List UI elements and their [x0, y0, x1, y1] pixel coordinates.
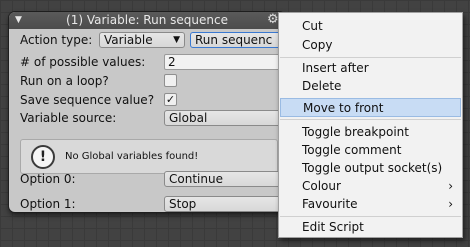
- option0-row: Option 0: Continue: [9, 170, 285, 188]
- chevron-right-icon: ›: [448, 197, 453, 211]
- possible-values-row: # of possible values: 2: [9, 53, 285, 71]
- action-subtype-value: Run sequenc: [195, 33, 273, 47]
- action-node[interactable]: ▼ (1) Variable: Run sequence ⚙ Action ty…: [9, 12, 285, 212]
- variable-source-dropdown[interactable]: Global: [164, 110, 285, 126]
- menu-item-label: Copy: [302, 38, 333, 52]
- menu-item-label: Toggle breakpoint: [302, 125, 409, 139]
- option1-label: Option 1:: [20, 197, 76, 211]
- run-loop-label: Run on a loop?: [20, 74, 109, 88]
- run-loop-checkbox[interactable]: [164, 74, 177, 87]
- menu-item-label: Favourite: [302, 197, 358, 211]
- menu-item-cut[interactable]: Cut: [280, 17, 461, 36]
- menu-item-insert-after[interactable]: Insert after: [280, 59, 461, 78]
- menu-item-label: Cut: [302, 19, 323, 33]
- menu-item-copy[interactable]: Copy: [280, 36, 461, 55]
- menu-separator: [280, 57, 461, 58]
- action-subtype-dropdown[interactable]: Run sequenc: [190, 32, 285, 48]
- chevron-right-icon: ›: [448, 179, 453, 193]
- menu-item-label: Toggle comment: [302, 143, 402, 157]
- option1-row: Option 1: Stop: [9, 195, 285, 212]
- node-title-bar[interactable]: ▼ (1) Variable: Run sequence ⚙: [9, 12, 285, 29]
- menu-item-label: Move to front: [303, 101, 384, 115]
- menu-item-label: Delete: [302, 79, 342, 93]
- option0-label: Option 0:: [20, 172, 76, 186]
- option0-dropdown[interactable]: Continue: [164, 171, 285, 187]
- menu-item-toggle-comment[interactable]: Toggle comment: [280, 141, 461, 160]
- possible-values-label: # of possible values:: [20, 55, 146, 69]
- menu-item-favourite[interactable]: Favourite ›: [280, 195, 461, 214]
- node-title: (1) Variable: Run sequence: [66, 13, 228, 27]
- help-message: No Global variables found!: [65, 151, 199, 162]
- action-type-label: Action type:: [20, 33, 93, 47]
- option0-value: Continue: [169, 172, 223, 186]
- possible-values-field[interactable]: 2: [164, 54, 285, 70]
- option1-dropdown[interactable]: Stop: [164, 196, 285, 212]
- menu-item-toggle-breakpoint[interactable]: Toggle breakpoint: [280, 123, 461, 142]
- help-box: ! No Global variables found!: [20, 139, 278, 174]
- action-type-row: Action type: Variable ▼ Run sequenc: [9, 31, 285, 49]
- menu-item-label: Insert after: [302, 61, 369, 75]
- run-loop-row: Run on a loop?: [9, 72, 285, 90]
- save-sequence-row: Save sequence value? ✓: [9, 91, 285, 109]
- option1-value: Stop: [169, 197, 197, 211]
- variable-source-label: Variable source:: [20, 111, 117, 125]
- context-menu: Cut Copy Insert after Delete Move to fro…: [278, 12, 463, 238]
- warning-icon: !: [31, 145, 55, 169]
- menu-separator: [280, 119, 461, 120]
- menu-item-colour[interactable]: Colour ›: [280, 177, 461, 196]
- save-sequence-checkbox[interactable]: ✓: [164, 93, 177, 106]
- gear-icon[interactable]: ⚙: [267, 12, 279, 28]
- action-type-dropdown[interactable]: Variable ▼: [99, 32, 185, 48]
- action-type-value: Variable: [104, 33, 153, 47]
- variable-source-value: Global: [169, 111, 208, 125]
- menu-item-toggle-output-sockets[interactable]: Toggle output socket(s): [280, 159, 461, 178]
- variable-source-row: Variable source: Global: [9, 109, 285, 127]
- chevron-down-icon: ▼: [173, 35, 180, 45]
- menu-item-label: Colour: [302, 179, 341, 193]
- menu-item-label: Toggle output socket(s): [302, 161, 443, 175]
- save-sequence-label: Save sequence value?: [20, 93, 155, 107]
- menu-item-move-to-front[interactable]: Move to front: [280, 98, 461, 117]
- menu-item-edit-script[interactable]: Edit Script: [280, 218, 461, 237]
- menu-item-delete[interactable]: Delete: [280, 77, 461, 96]
- menu-separator: [280, 216, 461, 217]
- menu-item-label: Edit Script: [302, 220, 364, 234]
